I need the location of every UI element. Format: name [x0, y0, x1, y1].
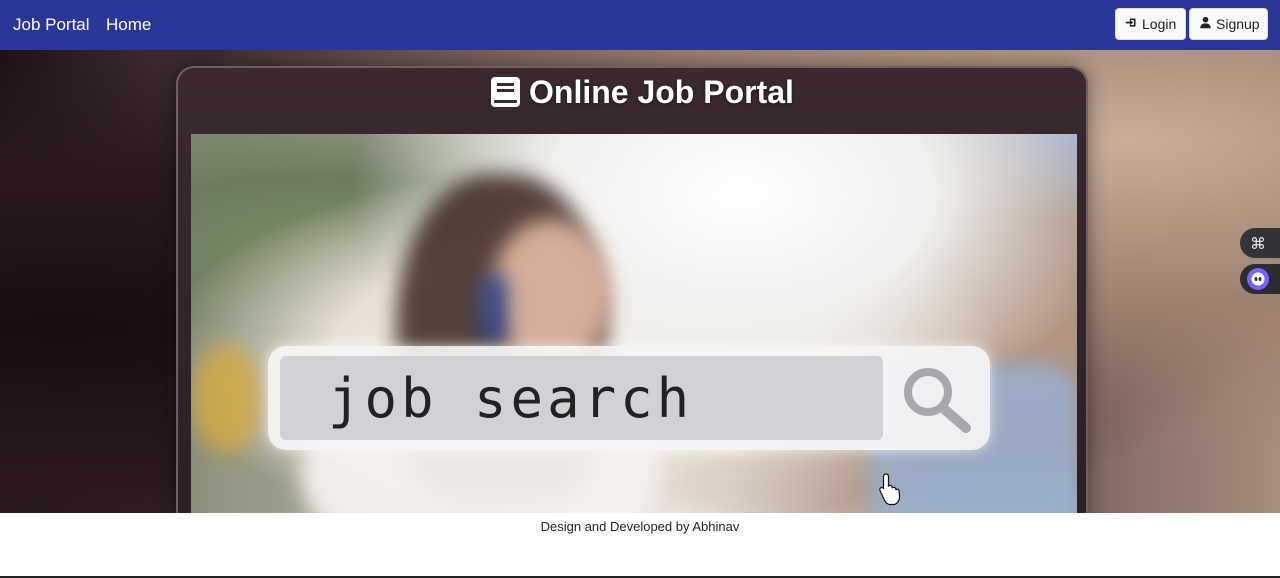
nav-home-link[interactable]: Home: [106, 14, 151, 36]
assistant-face-icon: [1247, 268, 1269, 290]
hero-banner: job search Online Job Portal: [0, 50, 1280, 513]
image-search-bar: job search: [268, 346, 990, 450]
hand-cursor-icon: [879, 473, 901, 506]
login-button[interactable]: Login: [1115, 8, 1186, 40]
signup-button[interactable]: Signup: [1189, 8, 1268, 40]
magnifier-icon: [904, 368, 971, 433]
footer: Design and Developed by Abhinav: [0, 513, 1280, 578]
footer-credit: Design and Developed by Abhinav: [540, 519, 740, 534]
page-title: Online Job Portal: [490, 76, 794, 108]
book-icon: [491, 77, 520, 107]
hero-image: job search: [191, 134, 1077, 513]
top-navbar: Job Portal Home Login Signup: [0, 0, 1280, 50]
user-icon: [1199, 16, 1212, 32]
image-search-text: job search: [280, 356, 883, 440]
page-title-text: Online Job Portal: [529, 74, 794, 110]
login-label: Login: [1142, 16, 1177, 32]
side-widget-command[interactable]: [1240, 228, 1280, 258]
side-widget-assistant[interactable]: [1240, 264, 1280, 294]
command-icon: [1247, 232, 1269, 254]
sign-in-icon: [1125, 16, 1138, 32]
signup-label: Signup: [1216, 16, 1260, 32]
brand-link[interactable]: Job Portal: [13, 14, 90, 36]
